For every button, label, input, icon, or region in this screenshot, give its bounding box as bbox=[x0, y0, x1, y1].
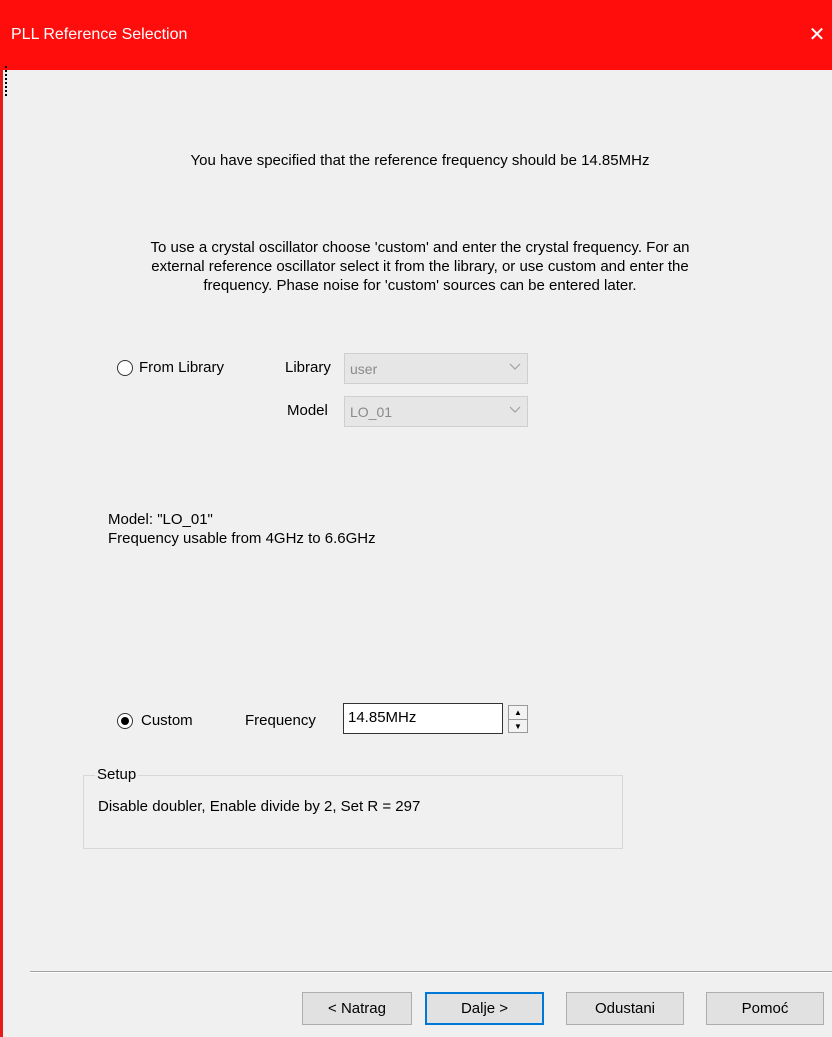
spin-down-icon[interactable]: ▼ bbox=[509, 720, 527, 733]
divider bbox=[30, 971, 832, 973]
library-label: Library bbox=[285, 359, 331, 376]
spin-up-icon[interactable]: ▲ bbox=[509, 706, 527, 720]
from-library-label[interactable]: From Library bbox=[139, 359, 224, 376]
back-button[interactable]: < Natrag bbox=[302, 992, 412, 1025]
setup-text: Disable doubler, Enable divide by 2, Set… bbox=[98, 798, 421, 815]
instructions-line: To use a crystal oscillator choose 'cust… bbox=[150, 239, 690, 256]
resize-grip bbox=[5, 66, 9, 96]
close-icon[interactable]: ✕ bbox=[802, 18, 832, 52]
chevron-down-icon bbox=[509, 405, 521, 415]
instructions-line: external reference oscillator select it … bbox=[151, 258, 689, 275]
help-button[interactable]: Pomoć bbox=[706, 992, 824, 1025]
model-select-value: LO_01 bbox=[350, 404, 393, 420]
title-bar: PLL Reference Selection ✕ bbox=[0, 0, 832, 70]
from-library-radio[interactable] bbox=[117, 360, 133, 376]
setup-legend: Setup bbox=[95, 766, 139, 783]
frequency-input[interactable]: 14.85MHz bbox=[343, 703, 503, 734]
frequency-label: Frequency bbox=[245, 712, 316, 729]
custom-radio[interactable] bbox=[117, 713, 133, 729]
model-name-text: Model: "LO_01" bbox=[108, 511, 213, 528]
chevron-down-icon bbox=[509, 362, 521, 372]
window-border bbox=[0, 70, 3, 1037]
model-info: Model: "LO_01" Frequency usable from 4GH… bbox=[108, 510, 376, 548]
library-select-value: user bbox=[350, 361, 378, 377]
model-label: Model bbox=[287, 402, 328, 419]
frequency-stepper[interactable]: ▲ ▼ bbox=[508, 705, 528, 733]
model-select[interactable]: LO_01 bbox=[344, 396, 528, 427]
instructions-line: frequency. Phase noise for 'custom' sour… bbox=[203, 277, 637, 294]
reference-frequency-message: You have specified that the reference fr… bbox=[190, 152, 650, 169]
model-range-text: Frequency usable from 4GHz to 6.6GHz bbox=[108, 530, 376, 547]
next-button[interactable]: Dalje > bbox=[425, 992, 544, 1025]
window-title: PLL Reference Selection bbox=[11, 26, 188, 43]
cancel-button[interactable]: Odustani bbox=[566, 992, 684, 1025]
custom-label[interactable]: Custom bbox=[141, 712, 193, 729]
library-select[interactable]: user bbox=[344, 353, 528, 384]
instructions-text: To use a crystal oscillator choose 'cust… bbox=[80, 238, 760, 295]
